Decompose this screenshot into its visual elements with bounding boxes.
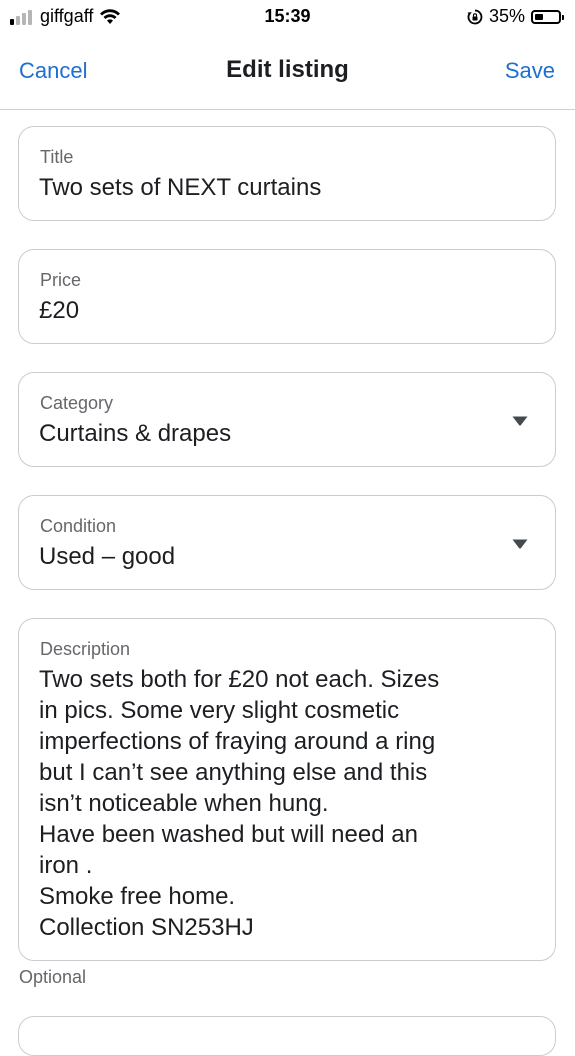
description-line: Two sets both for £20 not each. Sizes bbox=[39, 666, 440, 693]
description-line: Smoke free home. bbox=[39, 883, 236, 910]
description-line: but I can’t see anything else and this bbox=[39, 759, 428, 786]
battery-icon bbox=[531, 9, 564, 24]
status-bar: giffgaff 15:39 35% bbox=[0, 0, 575, 34]
title-label: Title bbox=[40, 147, 74, 167]
rotation-lock-icon bbox=[467, 9, 483, 24]
description-line: in pics. Some very slight cosmetic bbox=[39, 697, 400, 724]
title-field[interactable]: Title Two sets of NEXT curtains bbox=[18, 126, 556, 221]
description-textarea[interactable]: Two sets both for £20 not each. Sizes in… bbox=[39, 664, 535, 943]
description-field[interactable]: Description Two sets both for £20 not ea… bbox=[18, 618, 556, 961]
description-line: Have been washed but will need an bbox=[39, 821, 418, 848]
dropdown-caret-icon bbox=[512, 416, 528, 426]
price-input[interactable]: £20 bbox=[39, 297, 79, 325]
description-helper-text: Optional bbox=[19, 967, 87, 987]
page-title: Edit listing bbox=[226, 56, 349, 83]
description-line: isn’t noticeable when hung. bbox=[39, 790, 329, 817]
category-value: Curtains & drapes bbox=[39, 420, 232, 447]
navigation-bar: Cancel Edit listing Save bbox=[0, 34, 575, 110]
description-line: imperfections of fraying around a ring bbox=[39, 728, 436, 755]
category-label: Category bbox=[40, 393, 114, 413]
price-label: Price bbox=[40, 270, 82, 290]
status-right: 35% bbox=[467, 6, 564, 27]
battery-fill bbox=[535, 13, 543, 20]
price-field[interactable]: Price £20 bbox=[18, 249, 556, 344]
description-label: Description bbox=[40, 639, 131, 659]
description-line: iron . bbox=[39, 852, 93, 879]
next-field-partial[interactable] bbox=[18, 1016, 556, 1056]
condition-value: Used – good bbox=[39, 543, 176, 570]
category-select[interactable]: Category Curtains & drapes bbox=[18, 372, 556, 467]
battery-percent: 35% bbox=[488, 6, 525, 26]
condition-label: Condition bbox=[40, 516, 117, 536]
description-line: Collection SN253HJ bbox=[39, 914, 254, 941]
title-input[interactable]: Two sets of NEXT curtains bbox=[39, 174, 321, 202]
condition-select[interactable]: Condition Used – good bbox=[18, 495, 556, 590]
dropdown-caret-icon bbox=[512, 539, 528, 549]
save-button[interactable]: Save bbox=[505, 58, 555, 84]
